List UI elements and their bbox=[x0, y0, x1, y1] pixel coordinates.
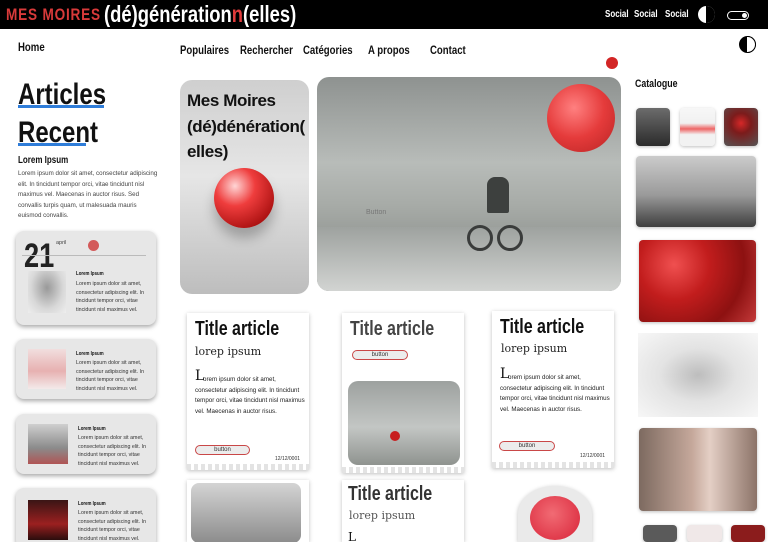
notification-dot[interactable] bbox=[606, 57, 618, 69]
article-title: Title article bbox=[348, 483, 433, 505]
catalogue-thumb[interactable] bbox=[680, 108, 715, 146]
red-drink bbox=[530, 496, 580, 540]
catalogue-thumb[interactable] bbox=[724, 108, 758, 146]
catalogue-thumb[interactable] bbox=[687, 525, 722, 542]
article-card[interactable]: Title article lorep ipsum L orem ipsum d… bbox=[187, 313, 309, 470]
article-title: Title article bbox=[195, 318, 280, 340]
article-subtitle: lorep ipsum bbox=[349, 509, 416, 522]
article-dropcap: L bbox=[348, 530, 356, 542]
article-card[interactable]: Lorem Ipsum Lorem ipsum dolor sit amet, … bbox=[16, 339, 156, 399]
figure-silhouette bbox=[487, 177, 509, 213]
article-body: orem ipsum dolor sit amet, consectetur a… bbox=[500, 374, 610, 413]
catalogue-image[interactable] bbox=[636, 156, 756, 227]
article-title: Title article bbox=[350, 318, 435, 340]
divider bbox=[22, 255, 146, 256]
site-brand[interactable]: (dé)générationn(elles) bbox=[104, 1, 296, 28]
card-title: Lorem Ipsum bbox=[78, 501, 106, 507]
featured-month: april bbox=[56, 240, 67, 246]
card-text: Lorem ipsum dolor sit amet, consectetur … bbox=[76, 281, 145, 313]
article-card[interactable] bbox=[187, 480, 309, 542]
catalogue-thumb[interactable] bbox=[731, 525, 765, 542]
article-card[interactable]: Title article lorep ipsum L orem ipsum d… bbox=[492, 311, 614, 468]
card-text: Lorem ipsum dolor sit amet, consectetur … bbox=[78, 510, 147, 542]
cup-image[interactable] bbox=[518, 486, 592, 542]
social-link-2[interactable]: Social bbox=[634, 9, 658, 20]
wheel bbox=[497, 225, 523, 251]
card-image bbox=[28, 271, 66, 313]
card-title: Lorem Ipsum bbox=[78, 426, 106, 432]
article-card[interactable]: Lorem Ipsum Lorem ipsum dolor sit amet, … bbox=[16, 414, 156, 474]
wheel bbox=[467, 225, 493, 251]
article-button[interactable]: button bbox=[195, 445, 250, 455]
red-sphere-image bbox=[214, 168, 274, 228]
catalogue-thumb[interactable] bbox=[643, 525, 677, 542]
hero-button-label[interactable]: Button bbox=[366, 209, 386, 216]
catalogue-image[interactable] bbox=[639, 240, 756, 322]
article-button[interactable]: button bbox=[352, 350, 408, 360]
brand-red-letter: n bbox=[231, 1, 244, 27]
nav-rechercher[interactable]: Rechercher bbox=[240, 43, 293, 57]
contrast-icon[interactable] bbox=[698, 6, 715, 23]
intro-text: Lorem ipsum dolor sit amet, consectetur … bbox=[18, 170, 158, 219]
torn-edge bbox=[187, 464, 309, 470]
brand-prefix: (dé)génération bbox=[104, 1, 232, 27]
catalogue-image[interactable] bbox=[639, 428, 757, 511]
home-link[interactable]: Home bbox=[18, 40, 45, 54]
card-image bbox=[28, 349, 66, 389]
red-moon bbox=[547, 84, 615, 152]
nav-categories[interactable]: Catégories bbox=[303, 43, 353, 57]
social-link-3[interactable]: Social bbox=[665, 9, 689, 20]
torn-edge bbox=[492, 462, 614, 468]
intro-title: Lorem Ipsum bbox=[18, 155, 69, 166]
nav-populaires[interactable]: Populaires bbox=[180, 43, 229, 57]
article-subtitle: lorep ipsum bbox=[501, 342, 568, 355]
title-underline bbox=[18, 105, 104, 108]
article-button[interactable]: button bbox=[499, 441, 555, 451]
red-flower bbox=[390, 431, 400, 441]
card-image bbox=[28, 424, 68, 464]
nav-a-propos[interactable]: A propos bbox=[368, 43, 410, 57]
card-text: Lorem ipsum dolor sit amet, consectetur … bbox=[76, 360, 145, 392]
title-underline bbox=[18, 143, 86, 146]
article-card[interactable]: Title article lorep ipsum L bbox=[342, 480, 464, 542]
catalogue-image[interactable] bbox=[638, 333, 758, 417]
article-card[interactable]: Lorem Ipsum Lorem ipsum dolor sit amet, … bbox=[16, 488, 156, 542]
card-image bbox=[28, 500, 68, 540]
card-title: Lorem Ipsum bbox=[76, 351, 104, 357]
brand-suffix: (elles) bbox=[243, 1, 297, 27]
article-image bbox=[191, 483, 301, 542]
article-image bbox=[348, 381, 460, 465]
card-title: Lorem Ipsum bbox=[76, 271, 104, 277]
article-body: orem ipsum dolor sit amet, consectetur a… bbox=[195, 376, 305, 415]
red-dot bbox=[88, 240, 99, 251]
article-card[interactable]: Title article button bbox=[342, 313, 464, 473]
article-date: 12/12/0001 bbox=[580, 453, 606, 459]
torn-edge bbox=[342, 467, 464, 473]
article-subtitle: lorep ipsum bbox=[195, 345, 262, 358]
article-title: Title article bbox=[500, 316, 585, 338]
catalogue-title: Catalogue bbox=[635, 78, 678, 90]
theme-toggle[interactable] bbox=[727, 11, 749, 20]
logo[interactable]: MES MOIRES bbox=[6, 5, 101, 25]
catalogue-thumb[interactable] bbox=[636, 108, 670, 146]
card-text: Lorem ipsum dolor sit amet, consectetur … bbox=[78, 435, 147, 467]
article-date: 12/12/0001 bbox=[275, 456, 301, 462]
hero-title: Mes Moires (dé)dénération( elles) bbox=[187, 91, 305, 161]
nav-contact[interactable]: Contact bbox=[430, 43, 466, 57]
hero-image[interactable] bbox=[317, 77, 621, 291]
social-link-1[interactable]: Social bbox=[605, 9, 629, 20]
featured-article-card[interactable]: 21 april Lorem Ipsum Lorem ipsum dolor s… bbox=[16, 231, 156, 325]
